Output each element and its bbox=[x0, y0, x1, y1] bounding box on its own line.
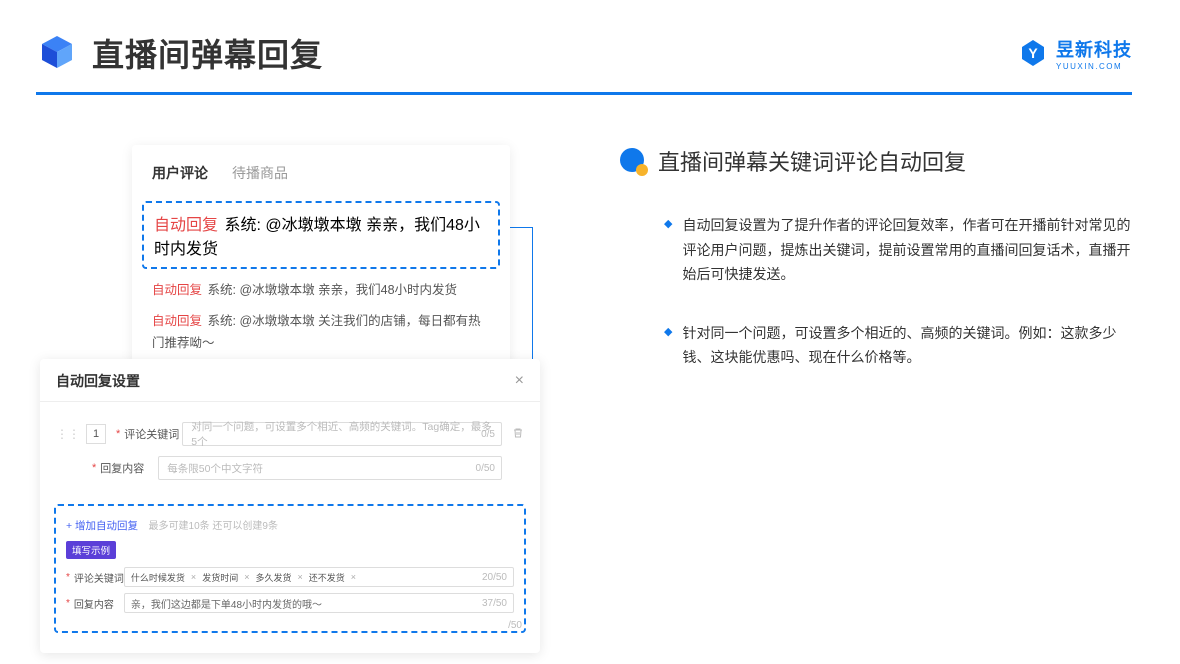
bullet-item: ◆ 自动回复设置为了提升作者的评论回复效率，作者可在开播前针对常见的评论用户问题… bbox=[620, 213, 1132, 287]
content-label: 回复内容 bbox=[100, 460, 158, 476]
comment-text: @冰墩墩本墩 亲亲，我们48小时内发货 bbox=[239, 283, 457, 297]
ex-keyword-label: 评论关键词 bbox=[74, 570, 124, 585]
char-count: 0/5 bbox=[481, 429, 495, 440]
required-star: * bbox=[66, 598, 70, 609]
chip-remove-icon[interactable]: × bbox=[244, 572, 249, 582]
slide-header: 直播间弹幕回复 Y 昱新科技 YUUXIN.COM bbox=[0, 0, 1180, 76]
brand-icon: Y bbox=[1018, 38, 1048, 68]
close-icon[interactable]: × bbox=[515, 372, 524, 390]
keyword-label: 评论关键词 bbox=[124, 426, 182, 442]
bullet-item: ◆ 针对同一个问题，可设置多个相近的、高频的关键词。例如：这款多少钱、这块能优惠… bbox=[620, 321, 1132, 370]
chip-remove-icon[interactable]: × bbox=[191, 572, 196, 582]
section-title: 直播间弹幕关键词评论自动回复 bbox=[658, 145, 966, 177]
description-column: 直播间弹幕关键词评论自动回复 ◆ 自动回复设置为了提升作者的评论回复效率，作者可… bbox=[620, 145, 1132, 404]
required-star: * bbox=[116, 428, 120, 440]
outer-count: /50 bbox=[508, 620, 522, 631]
bullet-text: 自动回复设置为了提升作者的评论回复效率，作者可在开播前针对常见的评论用户问题，提… bbox=[682, 213, 1132, 287]
auto-reply-tag: 自动回复 bbox=[152, 283, 202, 297]
ex-keyword-input[interactable]: 什么时候发货 × 发货时间 × 多久发货 × 还不发货 × 20/50 bbox=[124, 567, 514, 587]
placeholder-text: 每条限50个中文字符 bbox=[167, 461, 263, 476]
settings-title: 自动回复设置 bbox=[56, 371, 140, 391]
cube-icon bbox=[36, 32, 78, 74]
svg-text:Y: Y bbox=[1028, 45, 1038, 61]
comment-row: 自动回复 系统: @冰墩墩本墩 关注我们的店铺，每日都有热门推荐呦～ bbox=[152, 310, 490, 355]
chip-remove-icon[interactable]: × bbox=[297, 572, 302, 582]
chip-remove-icon[interactable]: × bbox=[351, 572, 356, 582]
keyword-input[interactable]: 对同一个问题，可设置多个相近、高频的关键词。Tag确定，最多5个 0/5 bbox=[182, 422, 502, 446]
drag-handle-icon[interactable]: ⋮⋮ bbox=[56, 427, 80, 441]
example-tag: 填写示例 bbox=[66, 541, 116, 559]
required-star: * bbox=[92, 462, 96, 474]
tab-products[interactable]: 待播商品 bbox=[232, 163, 288, 183]
system-label: 系统: bbox=[224, 217, 260, 234]
keyword-chip: 什么时候发货 bbox=[131, 571, 185, 584]
auto-reply-tag: 自动回复 bbox=[152, 314, 202, 328]
auto-reply-tag: 自动回复 bbox=[154, 217, 218, 234]
connector-line bbox=[508, 227, 532, 228]
add-hint: 最多可建10条 还可以创建9条 bbox=[149, 521, 278, 532]
add-auto-reply-link[interactable]: + 增加自动回复 bbox=[66, 518, 138, 533]
sequence-number: 1 bbox=[86, 424, 106, 444]
settings-card: 自动回复设置 × ⋮⋮ 1 * 评论关键词 对同一个问题，可设置多个相近、高频的… bbox=[40, 359, 540, 653]
system-label: 系统: bbox=[208, 314, 236, 328]
system-label: 系统: bbox=[208, 283, 236, 297]
example-box: + 增加自动回复 最多可建10条 还可以创建9条 填写示例 * 评论关键词 什么… bbox=[54, 504, 526, 633]
ex-content-label: 回复内容 bbox=[74, 596, 124, 611]
section-bullet-icon bbox=[620, 148, 646, 174]
diamond-icon: ◆ bbox=[664, 217, 672, 287]
highlighted-comment: 自动回复 系统: @冰墩墩本墩 亲亲，我们48小时内发货 bbox=[142, 201, 500, 269]
ex-content-text: 亲，我们这边都是下单48小时内发货的哦～ bbox=[131, 596, 322, 611]
page-title: 直播间弹幕回复 bbox=[92, 30, 323, 76]
char-count: 0/50 bbox=[476, 463, 495, 474]
ex-content-input[interactable]: 亲，我们这边都是下单48小时内发货的哦～ 37/50 bbox=[124, 593, 514, 613]
screenshots-column: 用户评论 待播商品 自动回复 系统: @冰墩墩本墩 亲亲，我们48小时内发货 自… bbox=[40, 145, 540, 404]
placeholder-text: 对同一个问题，可设置多个相近、高频的关键词。Tag确定，最多5个 bbox=[191, 419, 493, 449]
brand-name: 昱新科技 bbox=[1056, 36, 1132, 62]
char-count: 20/50 bbox=[482, 572, 507, 583]
keyword-chip: 发货时间 bbox=[202, 571, 238, 584]
content-input[interactable]: 每条限50个中文字符 0/50 bbox=[158, 456, 502, 480]
comment-row: 自动回复 系统: @冰墩墩本墩 亲亲，我们48小时内发货 bbox=[152, 279, 490, 302]
tabs: 用户评论 待播商品 bbox=[152, 163, 490, 183]
brand-url: YUUXIN.COM bbox=[1056, 62, 1132, 71]
diamond-icon: ◆ bbox=[664, 325, 672, 370]
tab-user-comments[interactable]: 用户评论 bbox=[152, 163, 208, 183]
char-count: 37/50 bbox=[482, 598, 507, 609]
brand-logo: Y 昱新科技 YUUXIN.COM bbox=[1018, 36, 1132, 71]
required-star: * bbox=[66, 572, 70, 583]
keyword-chip: 多久发货 bbox=[255, 571, 291, 584]
delete-icon[interactable] bbox=[512, 427, 524, 442]
keyword-chip: 还不发货 bbox=[309, 571, 345, 584]
bullet-text: 针对同一个问题，可设置多个相近的、高频的关键词。例如：这款多少钱、这块能优惠吗、… bbox=[682, 321, 1132, 370]
header-left: 直播间弹幕回复 bbox=[36, 30, 323, 76]
